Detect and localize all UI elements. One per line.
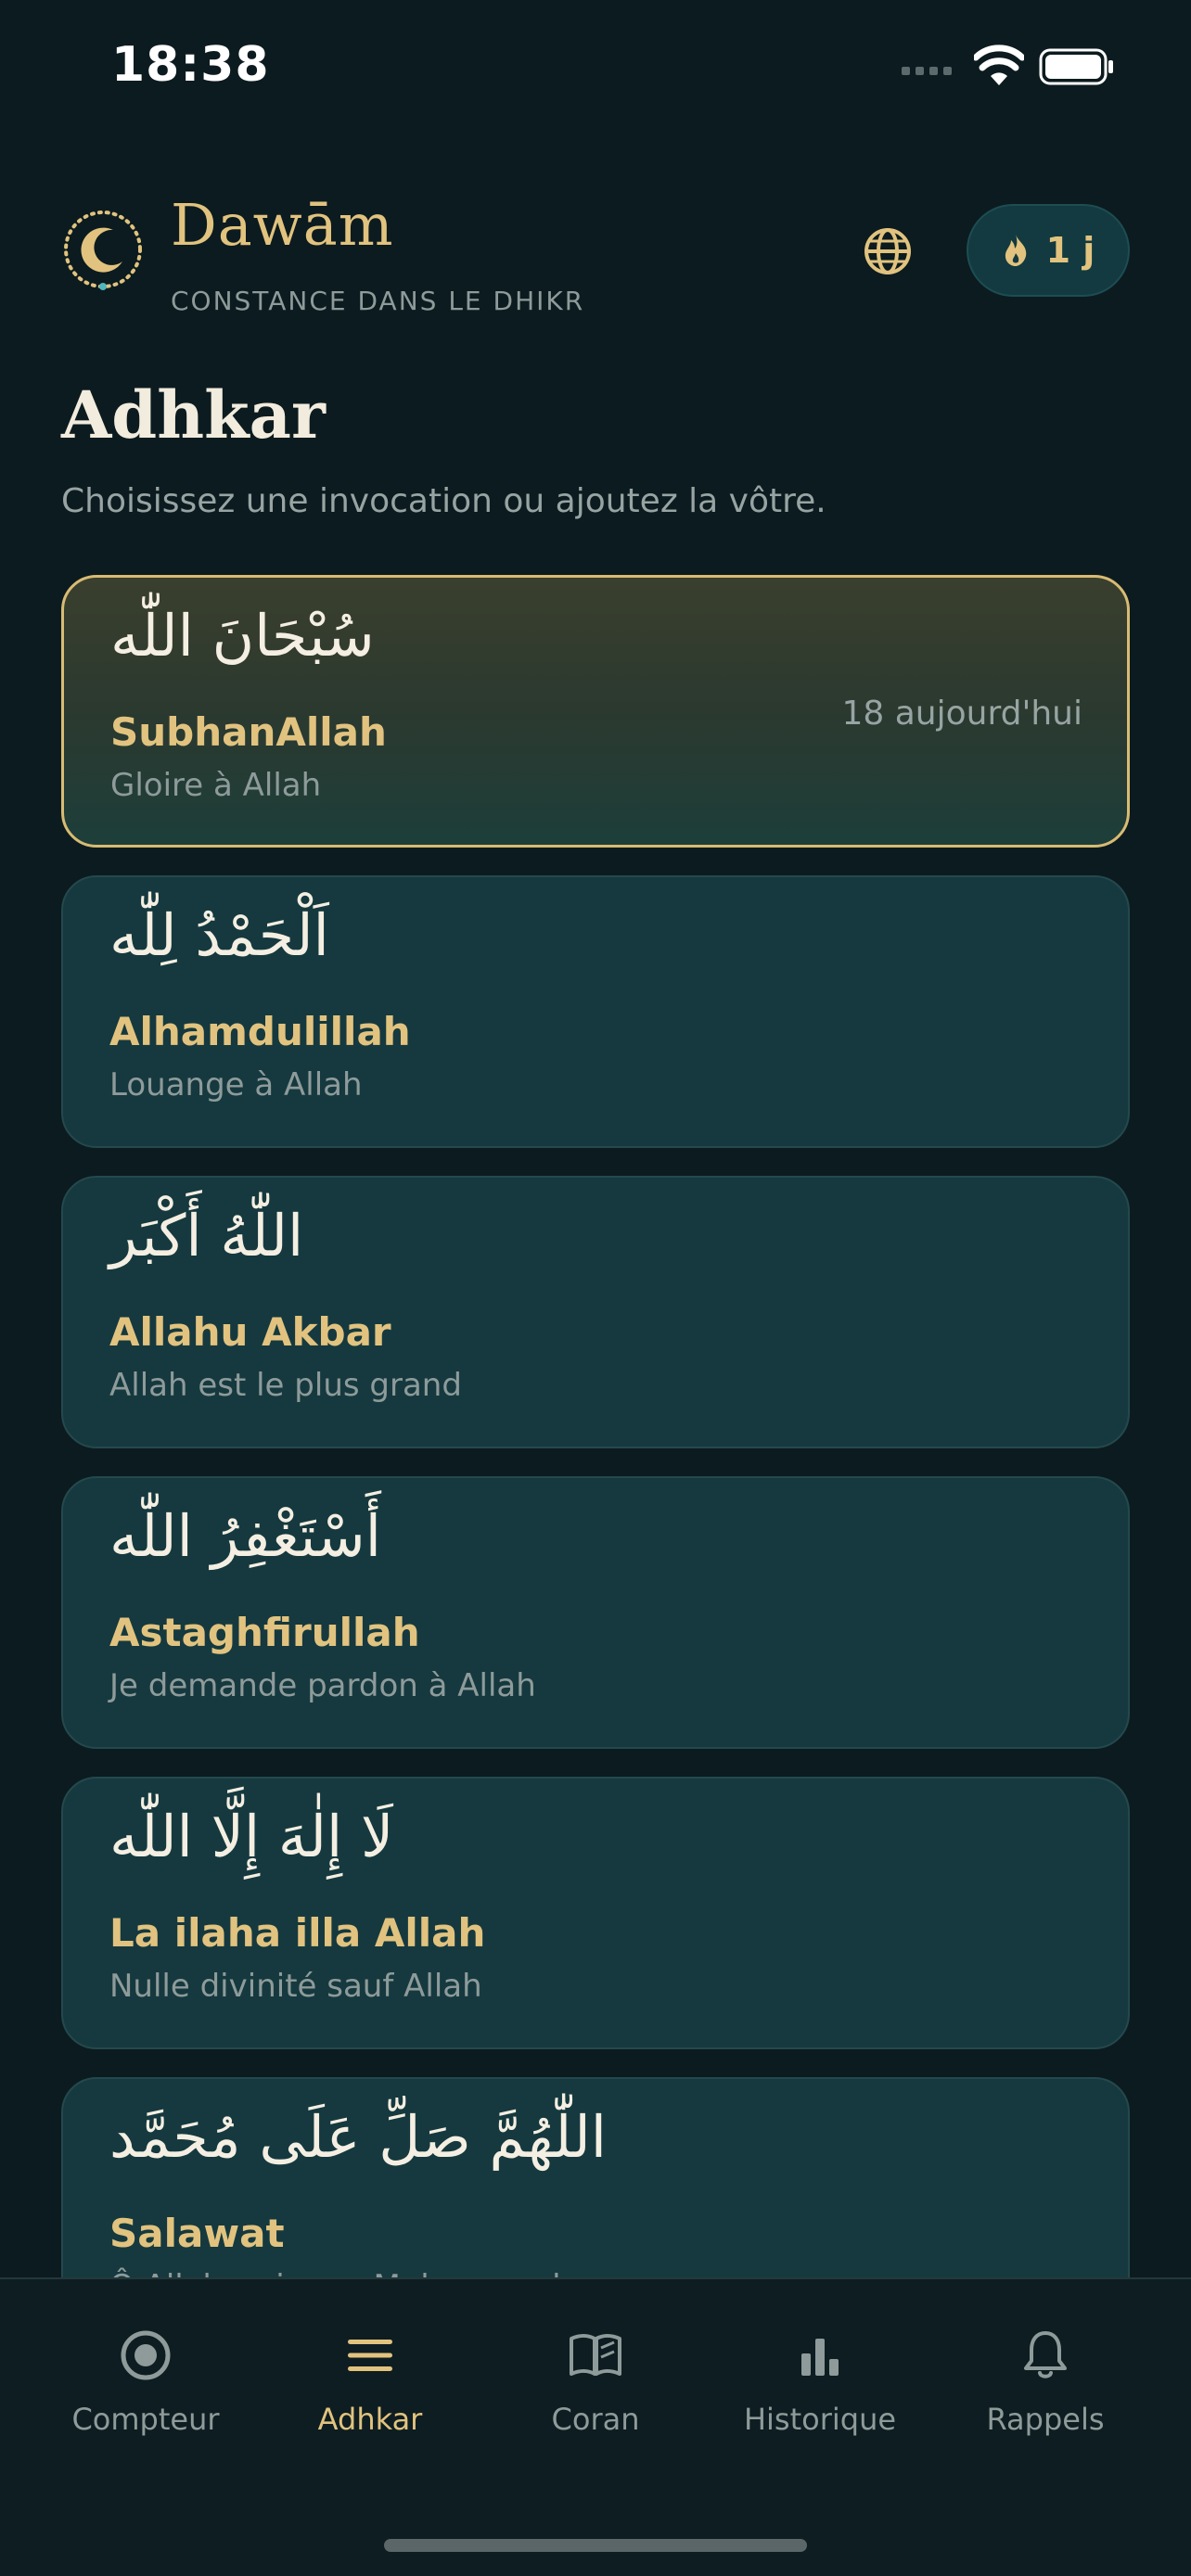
dhikr-card-alhamdulillah[interactable]: اَلْحَمْدُ لِلّٰه Alhamdulillah Louange … xyxy=(61,875,1130,1148)
dhikr-card-subhanallah[interactable]: سُبْحَانَ اللّٰه SubhanAllah Gloire à Al… xyxy=(61,575,1130,848)
streak-badge[interactable]: 1 j xyxy=(967,204,1130,297)
app-tagline: CONSTANCE DANS LE DHIKR xyxy=(171,286,585,316)
dhikr-name: Allahu Akbar xyxy=(109,1309,391,1355)
home-indicator[interactable] xyxy=(384,2539,807,2552)
tab-label: Compteur xyxy=(71,2402,220,2437)
dhikr-arabic: اللّٰهُمَّ صَلِّ عَلَى مُحَمَّد xyxy=(109,2103,608,2171)
tab-label: Rappels xyxy=(986,2402,1105,2437)
page-title: Adhkar xyxy=(61,376,326,453)
dhikr-name: SubhanAllah xyxy=(110,709,387,755)
bar-chart-icon xyxy=(801,2339,839,2376)
wifi-icon xyxy=(974,45,1024,85)
app-screen: 18:38 Dawām CONSTANCE DANS LE DHIKR 1 j xyxy=(0,0,1191,2576)
dhikr-translation: Je demande pardon à Allah xyxy=(109,1667,536,1704)
bell-icon xyxy=(1024,2331,1067,2378)
dhikr-arabic: أَسْتَغْفِرُ اللّٰه xyxy=(109,1502,381,1570)
target-icon xyxy=(121,2330,171,2380)
crescent-logo-icon xyxy=(64,210,142,290)
dhikr-name: Alhamdulillah xyxy=(109,1009,411,1054)
tab-historique[interactable]: Historique xyxy=(708,2326,932,2455)
cellular-signal-icon xyxy=(902,67,952,75)
battery-icon xyxy=(1039,48,1113,85)
dhikr-card-allahu-akbar[interactable]: اللّٰهُ أَكْبَر Allahu Akbar Allah est l… xyxy=(61,1176,1130,1448)
dhikr-name: La ilaha illa Allah xyxy=(109,1910,486,1956)
globe-icon xyxy=(864,228,911,274)
status-time: 18:38 xyxy=(111,37,270,93)
dhikr-name: Salawat xyxy=(109,2211,285,2256)
dhikr-arabic: سُبْحَانَ اللّٰه xyxy=(110,602,375,670)
book-icon xyxy=(570,2334,621,2376)
streak-label: 1 j xyxy=(1045,230,1095,271)
tab-label: Historique xyxy=(743,2402,897,2437)
list-icon xyxy=(348,2340,392,2371)
dhikr-translation: Gloire à Allah xyxy=(110,767,322,804)
dhikr-arabic: لَا إِلٰهَ إِلَّا اللّٰه xyxy=(109,1803,394,1870)
bottom-tab-bar: Compteur Adhkar Coran Historique Rappels xyxy=(0,2277,1191,2576)
tab-rappels[interactable]: Rappels xyxy=(933,2326,1158,2455)
dhikr-translation: Nulle divinité sauf Allah xyxy=(109,1968,482,2005)
tab-coran[interactable]: Coran xyxy=(483,2326,708,2455)
dhikr-today-count: 18 aujourd'hui xyxy=(841,695,1082,733)
page-description: Choisissez une invocation ou ajoutez la … xyxy=(61,482,826,520)
tab-adhkar[interactable]: Adhkar xyxy=(258,2326,482,2455)
app-name: Dawām xyxy=(171,191,394,259)
flame-icon xyxy=(1005,235,1026,266)
dhikr-name: Astaghfirullah xyxy=(109,1610,420,1655)
dhikr-card-la-ilaha-illa-allah[interactable]: لَا إِلٰهَ إِلَّا اللّٰه La ilaha illa A… xyxy=(61,1777,1130,2049)
tab-compteur[interactable]: Compteur xyxy=(33,2326,258,2455)
language-button[interactable] xyxy=(855,219,920,284)
dhikr-card-astaghfirullah[interactable]: أَسْتَغْفِرُ اللّٰه Astaghfirullah Je de… xyxy=(61,1476,1130,1749)
tab-label: Coran xyxy=(551,2402,640,2437)
dhikr-arabic: اَلْحَمْدُ لِلّٰه xyxy=(109,901,329,969)
dhikr-translation: Louange à Allah xyxy=(109,1066,363,1103)
dhikr-translation: Allah est le plus grand xyxy=(109,1367,462,1404)
dhikr-arabic: اللّٰهُ أَكْبَر xyxy=(109,1202,304,1269)
tab-label: Adhkar xyxy=(317,2402,423,2437)
